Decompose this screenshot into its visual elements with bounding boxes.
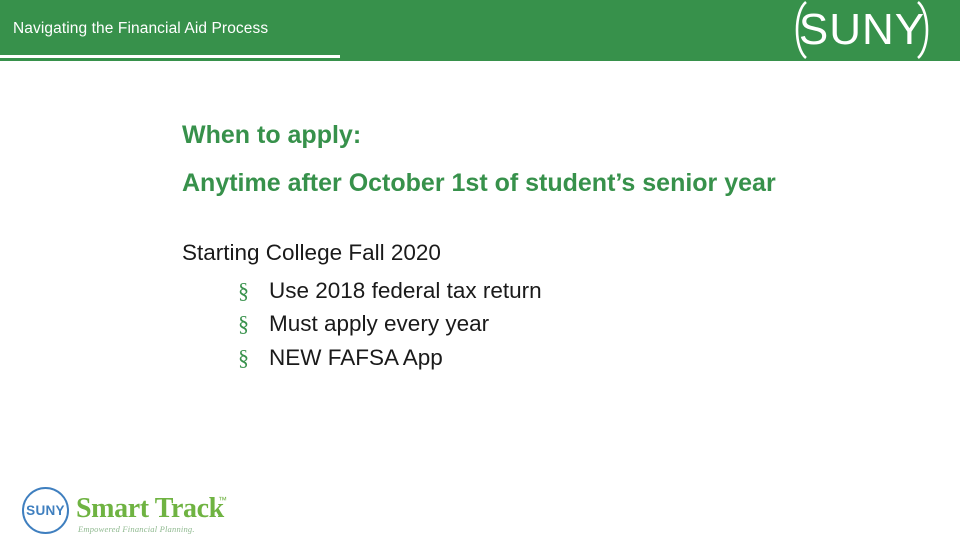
list-item-label: Must apply every year xyxy=(269,311,489,336)
smart-track-tagline: Empowered Financial Planning. xyxy=(78,524,195,534)
header-bar: Navigating the Financial Aid Process SUN… xyxy=(0,0,960,61)
suny-circle-icon: SUNY xyxy=(22,487,69,534)
list-item: § Use 2018 federal tax return xyxy=(238,274,902,308)
slide-content: When to apply: Anytime after October 1st… xyxy=(182,118,902,375)
subtext-starting-college: Starting College Fall 2020 xyxy=(182,200,902,268)
heading-when-to-apply: When to apply: xyxy=(182,118,902,153)
bullet-list: § Use 2018 federal tax return § Must app… xyxy=(182,268,902,375)
header-title-box: Navigating the Financial Aid Process xyxy=(0,3,340,58)
svg-text:SUNY: SUNY xyxy=(799,5,925,54)
bullet-icon: § xyxy=(238,307,249,340)
list-item: § Must apply every year xyxy=(238,307,902,341)
heading-anytime-after: Anytime after October 1st of student’s s… xyxy=(182,153,902,201)
trademark-symbol: ™ xyxy=(218,495,227,505)
bullet-icon: § xyxy=(238,274,249,307)
page-title: Navigating the Financial Aid Process xyxy=(0,20,268,38)
suny-circle-label: SUNY xyxy=(26,503,65,518)
smart-track-logo: SUNY Smart Track ™ Empowered Financial P… xyxy=(22,487,232,539)
suny-logo: SUNY xyxy=(792,0,932,62)
list-item-label: Use 2018 federal tax return xyxy=(269,278,542,303)
smart-track-wordmark: Smart Track xyxy=(76,493,224,525)
list-item: § NEW FAFSA App xyxy=(238,341,902,375)
slide: Navigating the Financial Aid Process SUN… xyxy=(0,0,960,540)
list-item-label: NEW FAFSA App xyxy=(269,345,443,370)
bullet-icon: § xyxy=(238,341,249,374)
